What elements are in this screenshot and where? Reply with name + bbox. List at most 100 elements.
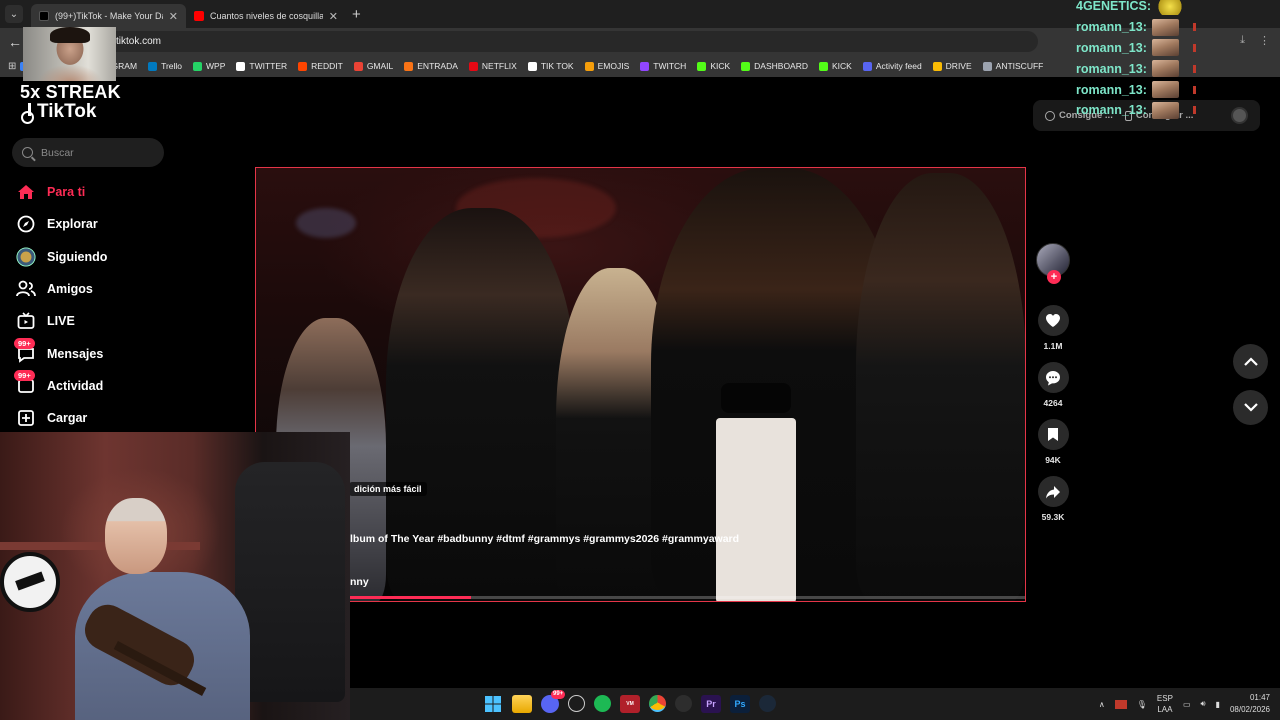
apps-grid-icon[interactable]: ⊞: [8, 61, 16, 72]
clock-app-icon[interactable]: [568, 695, 585, 712]
close-tab-icon[interactable]: ✕: [169, 10, 178, 23]
bookmark-item[interactable]: TIK TOK: [527, 61, 574, 71]
chat-emote-icon: [1151, 18, 1180, 36]
language-code: ESP: [1156, 694, 1173, 703]
bookmark-label: DASHBOARD: [754, 61, 808, 71]
chat-username: romann_13:: [1076, 82, 1147, 97]
bookmark-item[interactable]: KICK: [697, 61, 730, 71]
search-input[interactable]: [41, 146, 151, 159]
sidebar-item-actividad[interactable]: 99+ Actividad: [14, 369, 107, 402]
friends-icon: [16, 279, 36, 299]
sidebar-item-live[interactable]: LIVE: [16, 305, 107, 337]
microphone-icon[interactable]: 🎙︎: [1137, 700, 1147, 709]
obs-icon[interactable]: [675, 695, 692, 712]
bookmark-label: WPP: [206, 61, 226, 71]
channel-logo-icon: [0, 552, 60, 612]
bookmark-item[interactable]: Trello: [148, 61, 182, 71]
next-video-button[interactable]: [1233, 390, 1268, 425]
photoshop-icon[interactable]: Ps: [730, 695, 750, 713]
sidebar-item-siguiendo[interactable]: Siguiendo: [16, 241, 107, 273]
stream-chat-overlay: 4GENETICS: romann_13: romann_13: romann_13:…: [1076, 0, 1196, 121]
messages-icon: 99+: [14, 337, 36, 364]
sidebar-item-para-ti[interactable]: Para ti: [16, 176, 107, 208]
battery-icon[interactable]: ▮: [1216, 700, 1220, 709]
brand-name: TikTok: [37, 101, 97, 122]
voicemeeter-icon[interactable]: VM: [620, 695, 640, 713]
sidebar-item-cargar[interactable]: Cargar: [16, 402, 107, 434]
video-author[interactable]: nny: [350, 576, 369, 588]
following-avatar-icon: [16, 247, 36, 267]
sidebar-item-label: Siguiendo: [47, 249, 108, 264]
share-button[interactable]: [1037, 476, 1069, 507]
save-button[interactable]: [1037, 419, 1069, 450]
caption-translation: dición más fácil: [349, 482, 427, 496]
discord-badge: 99+: [551, 690, 566, 699]
bookmark-favicon-icon: [527, 61, 537, 71]
bookmark-item[interactable]: DRIVE: [932, 61, 972, 71]
language-indicator[interactable]: ESP LAA: [1157, 693, 1173, 715]
chat-username: romann_13:: [1076, 103, 1147, 118]
bookmark-item[interactable]: Activity feed: [862, 61, 922, 71]
bookmark-favicon-icon: [193, 61, 203, 71]
file-explorer-icon[interactable]: [512, 695, 532, 713]
creator-avatar[interactable]: +: [1036, 243, 1070, 284]
tray-chevron-icon[interactable]: ∧: [1099, 700, 1105, 709]
tiktok-logo[interactable]: 5x STREAK TikTok: [20, 83, 121, 124]
tab-youtube[interactable]: Cuantos niveles de cosquillas a ✕: [186, 4, 346, 28]
new-tab-button[interactable]: +: [352, 6, 361, 23]
bookmark-item[interactable]: ENTRADA: [404, 61, 458, 71]
steam-icon[interactable]: [759, 695, 776, 712]
sidebar-item-amigos[interactable]: Amigos: [16, 273, 107, 305]
bookmark-item[interactable]: REDDIT: [298, 61, 343, 71]
sidebar-item-mensajes[interactable]: 99+ Mensajes: [14, 337, 107, 369]
spotify-icon[interactable]: [594, 695, 611, 712]
profile-avatar[interactable]: [1231, 107, 1248, 124]
premiere-icon[interactable]: Pr: [701, 695, 721, 713]
volume-icon[interactable]: 🔊︎: [1201, 699, 1206, 709]
tab-title: Cuantos niveles de cosquillas a: [210, 11, 323, 21]
chat-message: romann_13:: [1076, 79, 1196, 100]
tab-search-button[interactable]: ⌄: [5, 5, 23, 23]
tab-tiktok[interactable]: (99+)TikTok - Make Your Day ✕: [31, 4, 186, 28]
bookmark-item[interactable]: TWITTER: [236, 61, 287, 71]
comments-count: 4264: [1043, 398, 1063, 408]
bookmark-label: GMAIL: [366, 61, 394, 71]
bookmark-item[interactable]: TWITCH: [640, 61, 686, 71]
bookmark-item[interactable]: KICK: [819, 61, 852, 71]
bookmark-item[interactable]: NETFLIX: [468, 61, 517, 71]
url-field[interactable]: tiktok.com: [38, 31, 1038, 52]
app-tray-icon[interactable]: [1114, 699, 1127, 709]
chat-emote-icon: [1151, 101, 1180, 119]
bookmark-item[interactable]: ANTISCUFF: [982, 61, 1043, 71]
clock[interactable]: 01:47 08/02/2026: [1230, 692, 1270, 716]
video-progress-bar[interactable]: [256, 596, 1025, 599]
previous-video-button[interactable]: [1233, 344, 1268, 379]
chrome-icon[interactable]: [649, 695, 666, 712]
windows-start-icon[interactable]: [483, 695, 503, 713]
bookmark-item[interactable]: DASHBOARD: [741, 61, 808, 71]
bookmark-item[interactable]: EMOJIS: [584, 61, 629, 71]
sidebar-item-explorar[interactable]: Explorar: [16, 208, 107, 240]
bookmark-label: TWITTER: [249, 61, 288, 71]
search-box[interactable]: [12, 138, 164, 167]
bookmark-favicon-icon: [353, 61, 363, 71]
video-player[interactable]: dición más fácil lbum of The Year #badbu…: [255, 167, 1026, 602]
download-icon[interactable]: ⤓: [1240, 34, 1245, 47]
sidebar-item-label: LIVE: [47, 314, 75, 329]
bookmark-item[interactable]: GMAIL: [353, 61, 394, 71]
chat-username: 4GENETICS:: [1076, 0, 1152, 14]
bookmark-favicon-icon: [932, 61, 942, 71]
follow-plus-icon[interactable]: +: [1047, 270, 1061, 284]
share-icon: [1046, 485, 1060, 498]
bookmark-favicon-icon: [404, 61, 414, 71]
menu-icon[interactable]: ⋮: [1259, 34, 1270, 47]
chat-message: romann_13:: [1076, 38, 1196, 59]
like-button[interactable]: [1037, 305, 1069, 336]
bookmark-item[interactable]: WPP: [193, 61, 225, 71]
comment-button[interactable]: [1037, 362, 1069, 393]
webcam-overlay-main: [0, 432, 350, 720]
discord-icon[interactable]: 99+: [541, 690, 566, 713]
close-tab-icon[interactable]: ✕: [329, 10, 338, 23]
network-icon[interactable]: ▭: [1183, 700, 1191, 709]
bookmark-label: KICK: [832, 61, 852, 71]
